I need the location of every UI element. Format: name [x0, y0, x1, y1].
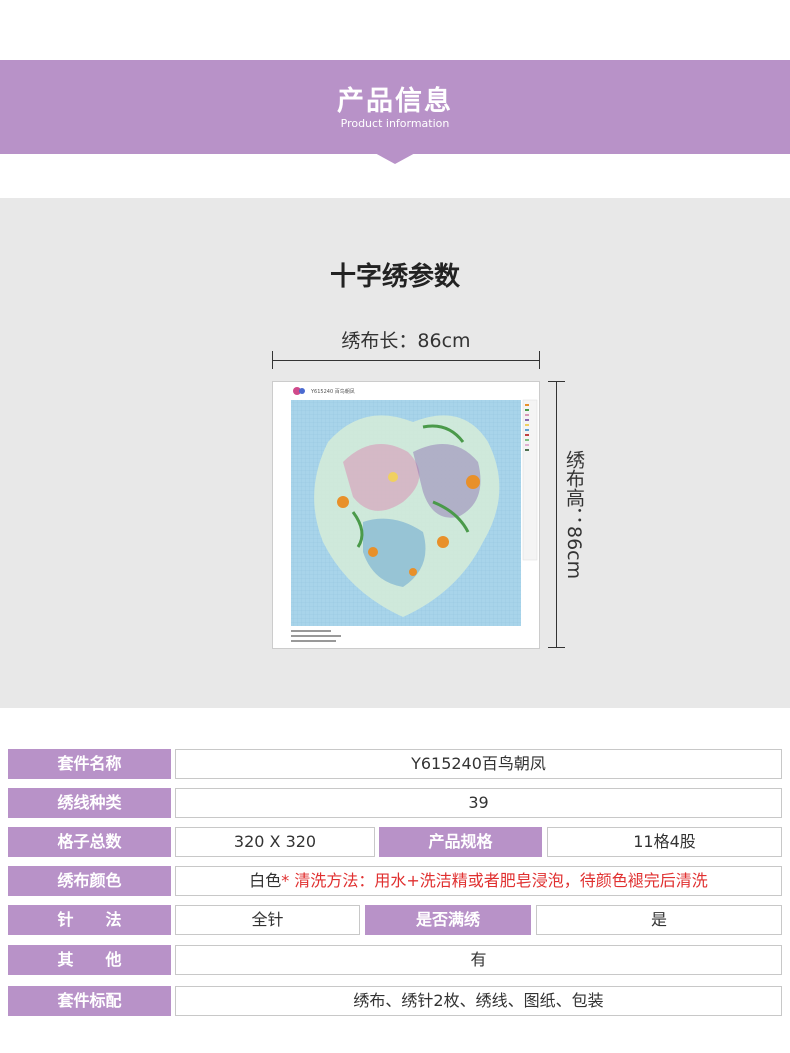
params-title: 十字绣参数 — [329, 262, 460, 292]
other-label: 其 他 — [8, 945, 171, 975]
pattern-chart-image: Y615240 百鸟朝凤 — [272, 381, 540, 649]
stitch-label: 针 法 — [8, 905, 171, 935]
length-tick-right — [539, 351, 540, 369]
chart-footer-text — [291, 630, 341, 642]
stitch-value: 全针 — [175, 905, 360, 935]
grid-total-value: 320 X 320 — [175, 827, 375, 857]
banner-title: 产品信息 — [337, 86, 453, 117]
fabric-color-cell: 白色* 清洗方法：用水+洗洁精或者肥皂浸泡，待颜色褪完后清洗 — [175, 866, 782, 896]
grid-total-label: 格子总数 — [8, 827, 171, 857]
thread-types-value: 39 — [175, 788, 782, 818]
fabric-length-label: 绣布长：86cm — [341, 330, 471, 352]
height-tick-bottom — [548, 647, 565, 648]
kit-name-label: 套件名称 — [8, 749, 171, 779]
full-embroidery-label: 是否满绣 — [365, 905, 531, 935]
height-tick-top — [548, 381, 565, 382]
wash-method-note: * 清洗方法：用水+洗洁精或者肥皂浸泡，待颜色褪完后清洗 — [281, 871, 708, 890]
chart-logo-icon — [293, 387, 305, 395]
kit-name-value: Y615240百鸟朝凤 — [175, 749, 782, 779]
chart-legend — [522, 399, 538, 561]
other-value: 有 — [175, 945, 782, 975]
length-tick-left — [272, 351, 273, 369]
thread-types-label: 绣线种类 — [8, 788, 171, 818]
pattern-chart-svg: Y615240 百鸟朝凤 — [291, 387, 538, 642]
kit-contents-label: 套件标配 — [8, 986, 171, 1016]
fabric-color-value: 白色 — [249, 871, 282, 890]
spec-label: 产品规格 — [379, 827, 542, 857]
kit-contents-value: 绣布、绣针2枚、绣线、图纸、包装 — [175, 986, 782, 1016]
fabric-color-label: 绣布颜色 — [8, 866, 171, 896]
chart-code-title: Y615240 百鸟朝凤 — [310, 388, 355, 395]
fabric-height-label: 绣布高：86cm — [563, 450, 585, 580]
banner-subtitle: Product information — [340, 117, 450, 130]
length-dimension-line — [272, 360, 540, 361]
banner-notch — [373, 152, 417, 164]
spec-value: 11格4股 — [547, 827, 782, 857]
full-embroidery-value: 是 — [536, 905, 782, 935]
